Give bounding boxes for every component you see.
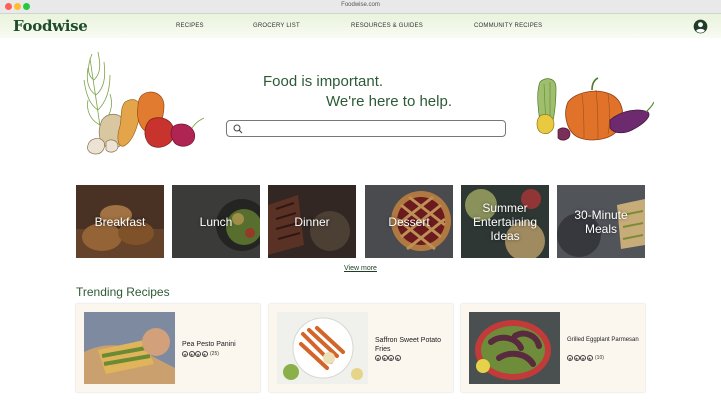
vegetables-illustration-right (536, 77, 654, 141)
hero-headline-line-2: We're here to help. (326, 93, 452, 110)
recipe-card-grilled-eggplant-parmesan[interactable]: Grilled Eggplant Parmesan ★ ★ ★ ★ (10) (461, 304, 645, 392)
hero-headline-line-1: Food is important. (263, 73, 384, 90)
nav-link-community-recipes[interactable]: COMMUNITY RECIPES (474, 23, 542, 29)
nav-link-recipes[interactable]: RECIPES (176, 23, 204, 29)
rating-count: (10) (595, 355, 604, 361)
category-label: 30-Minute Meals (574, 207, 628, 236)
recipe-card-saffron-sweet-potato-fries[interactable]: Saffron Sweet Potato Fries ★ ★ ★ ★ (269, 304, 453, 392)
category-label: Summer Entertaining Ideas (472, 200, 538, 243)
category-tile-dessert[interactable]: Dessert (365, 185, 453, 258)
top-navigation: Foodwise RECIPES GROCERY LIST RESOURCES … (0, 14, 721, 38)
star-icon: ★ (375, 355, 381, 361)
star-icon: ★ (182, 351, 188, 357)
browser-window: Foodwise.com Foodwise RECIPES GROCERY LI… (0, 0, 721, 406)
recipe-photo (469, 312, 560, 384)
recipe-card-pea-pesto-panini[interactable]: Pea Pesto Panini ★ ★ ★ ★ (25) (76, 304, 260, 392)
search-icon (233, 124, 243, 134)
account-icon[interactable] (693, 19, 708, 34)
star-icon: ★ (586, 355, 593, 361)
category-label: Dessert (388, 214, 430, 229)
category-tile-summer-entertaining-ideas[interactable]: Summer Entertaining Ideas (461, 185, 549, 258)
view-more-container: View more (0, 265, 721, 272)
category-tile-breakfast[interactable]: Breakfast (76, 185, 164, 258)
recipe-photo (84, 312, 175, 384)
window-url: Foodwise.com (341, 2, 380, 8)
recipe-rating: ★ ★ ★ ★ (10) (567, 355, 604, 361)
star-icon: ★ (195, 351, 201, 357)
title-bar: Foodwise.com (0, 0, 721, 14)
trending-recipes-title: Trending Recipes (76, 285, 170, 299)
category-label: Lunch (199, 214, 233, 229)
star-icon: ★ (388, 355, 394, 361)
recipe-name: Saffron Sweet Potato Fries (375, 337, 442, 353)
recipe-rating: ★ ★ ★ ★ (375, 355, 403, 361)
star-icon: ★ (567, 355, 573, 361)
category-tile-lunch[interactable]: Lunch (172, 185, 260, 258)
star-icon: ★ (573, 355, 580, 361)
recipe-rating: ★ ★ ★ ★ (25) (182, 351, 219, 357)
recipe-name: Pea Pesto Panini (182, 341, 236, 348)
star-icon: ★ (201, 351, 208, 357)
star-icon: ★ (580, 355, 586, 361)
view-more-link[interactable]: View more (344, 265, 377, 272)
recipe-search-box[interactable] (226, 120, 506, 137)
recipe-name: Grilled Eggplant Parmesan (567, 337, 639, 343)
search-input[interactable] (247, 123, 497, 134)
vegetables-illustration-left (83, 51, 205, 155)
rating-count: (25) (210, 351, 219, 357)
category-tile-30-minute-meals[interactable]: 30-Minute Meals (557, 185, 645, 258)
star-icon: ★ (394, 355, 401, 361)
star-icon: ★ (188, 351, 195, 357)
nav-link-resources-guides[interactable]: RESOURCES & GUIDES (351, 23, 423, 29)
nav-link-grocery-list[interactable]: GROCERY LIST (253, 23, 300, 29)
recipe-photo (277, 312, 368, 384)
category-tile-dinner[interactable]: Dinner (268, 185, 356, 258)
category-label: Breakfast (94, 214, 146, 229)
star-icon: ★ (381, 355, 388, 361)
category-label: Dinner (294, 214, 330, 229)
site-logo[interactable]: Foodwise (13, 17, 88, 35)
